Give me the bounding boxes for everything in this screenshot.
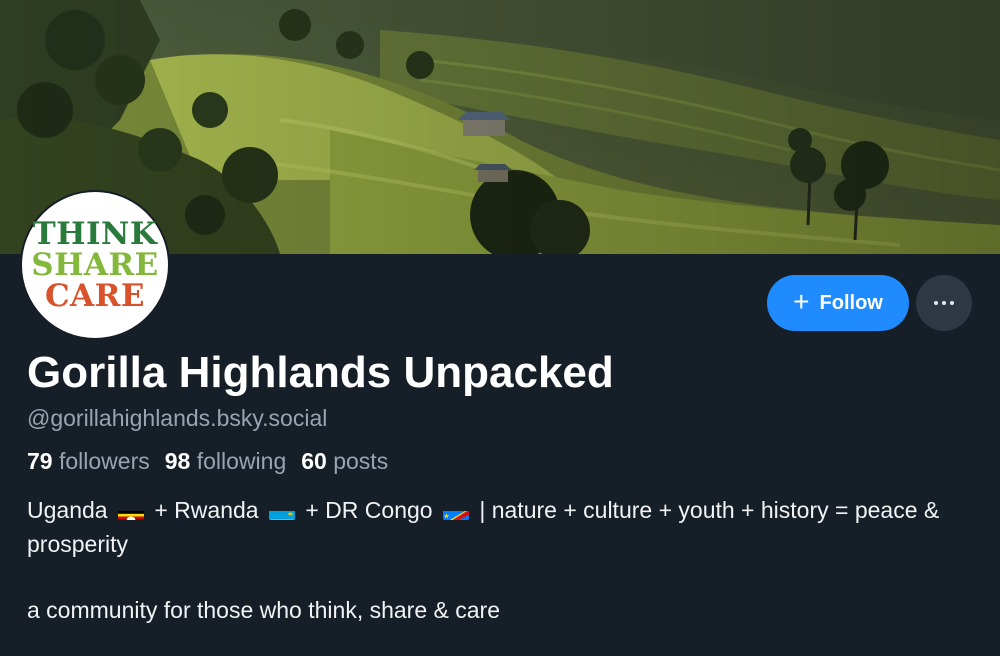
- posts-count: 60: [301, 448, 327, 474]
- ellipsis-icon: [934, 301, 954, 305]
- posts-stat: 60 posts: [301, 448, 388, 475]
- display-name: Gorilla Highlands Unpacked: [27, 348, 614, 397]
- follow-label: Follow: [819, 291, 883, 314]
- profile-bio: Uganda + Rwanda + DR Congo | nature + cu…: [27, 493, 977, 627]
- following-count: 98: [164, 448, 191, 474]
- follow-button[interactable]: + Follow: [767, 275, 909, 331]
- dr-congo-flag-icon: [442, 503, 469, 520]
- followers-label: followers: [58, 448, 150, 474]
- bio-line-1: Uganda + Rwanda + DR Congo | nature + cu…: [27, 493, 977, 561]
- profile-avatar[interactable]: THINK SHARE CARE: [20, 190, 170, 340]
- followers-stat[interactable]: 79 followers: [27, 448, 150, 475]
- avatar-text-share: SHARE: [31, 246, 159, 283]
- profile-stats: 79 followers 98 following 60 posts: [27, 448, 388, 475]
- avatar-text-think: THINK: [32, 215, 158, 252]
- avatar-text-care: CARE: [44, 277, 146, 314]
- plus-icon: +: [793, 285, 810, 317]
- uganda-flag-icon: [117, 503, 144, 520]
- rwanda-flag-icon: [268, 503, 295, 520]
- more-options-button[interactable]: [916, 275, 972, 331]
- profile-handle: @gorillahighlands.bsky.social: [27, 405, 328, 431]
- bio-line-2: a community for those who think, share &…: [27, 597, 500, 623]
- followers-count: 79: [27, 448, 53, 474]
- following-label: following: [196, 448, 287, 474]
- posts-label: posts: [333, 448, 389, 474]
- bio-rwanda: + Rwanda: [154, 497, 259, 523]
- following-stat[interactable]: 98 following: [165, 448, 286, 475]
- bio-uganda: Uganda: [27, 497, 108, 523]
- bio-drcongo: + DR Congo: [305, 497, 433, 523]
